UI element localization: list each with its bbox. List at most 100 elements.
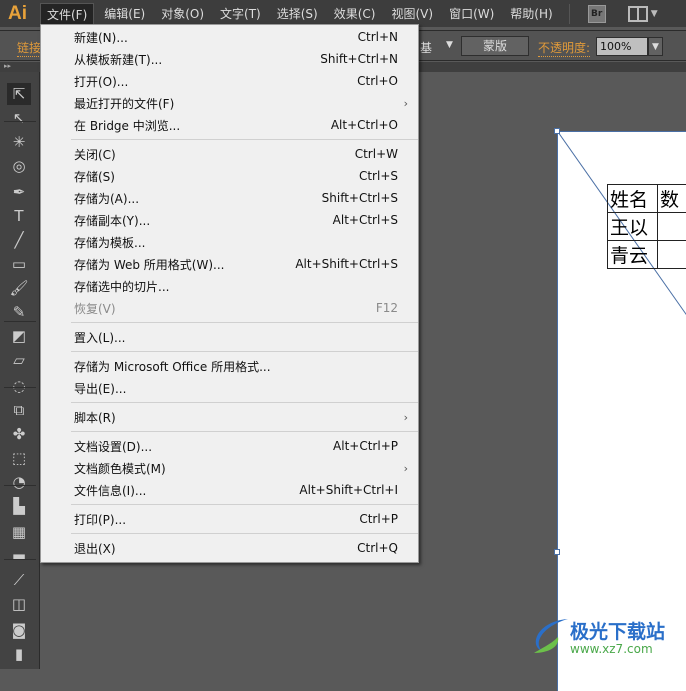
menu-item[interactable]: 置入(L)... <box>41 326 418 348</box>
menu-8[interactable]: 帮助(H) <box>504 3 558 25</box>
menu-item[interactable]: 文档设置(D)...Alt+Ctrl+P <box>41 435 418 457</box>
tool-divider <box>4 485 36 486</box>
tool-divider <box>4 121 36 122</box>
menu-item[interactable]: 新建(N)...Ctrl+N <box>41 26 418 48</box>
menu-item-shortcut: Alt+Ctrl+S <box>333 213 398 227</box>
opacity-label[interactable]: 不透明度: <box>538 39 590 57</box>
menu-item-label: 最近打开的文件(F) <box>74 95 398 112</box>
menu-item[interactable]: 打印(P)...Ctrl+P <box>41 508 418 530</box>
pencil-tool-icon[interactable]: ✎ <box>7 301 31 323</box>
menu-item-shortcut: Alt+Shift+Ctrl+I <box>299 483 398 497</box>
free-transform-tool-icon[interactable]: ⬚ <box>7 447 31 469</box>
menu-item[interactable]: 存储为(A)...Shift+Ctrl+S <box>41 187 418 209</box>
menu-2[interactable]: 对象(O) <box>155 3 210 25</box>
selection-handle[interactable] <box>554 128 560 134</box>
workspace-switcher-button[interactable] <box>628 6 648 22</box>
link-label[interactable]: 链接 <box>17 39 41 57</box>
blob-brush-tool-icon[interactable]: ◩ <box>7 325 31 347</box>
menu-item[interactable]: 从模板新建(T)...Shift+Ctrl+N <box>41 48 418 70</box>
menu-item[interactable]: 恢复(V)F12 <box>41 297 418 319</box>
menu-item-shortcut: Shift+Ctrl+N <box>320 52 398 66</box>
direct-selection-tool-icon[interactable]: ↖ <box>7 107 31 129</box>
menu-5[interactable]: 效果(C) <box>328 3 382 25</box>
chevron-right-icon: › <box>404 462 408 475</box>
shape-builder-tool-icon[interactable]: ◔ <box>7 471 31 493</box>
menu-item[interactable]: 最近打开的文件(F) › <box>41 92 418 114</box>
opacity-input[interactable]: 100% <box>596 37 648 56</box>
tool-divider <box>4 387 36 388</box>
magic-wand-tool-icon[interactable]: ✳ <box>7 131 31 153</box>
menu-item[interactable]: 存储选中的切片... <box>41 275 418 297</box>
menu-0[interactable]: 文件(F) <box>40 3 94 25</box>
menu-item[interactable]: 存储为模板... <box>41 231 418 253</box>
menu-item-shortcut: Ctrl+Q <box>357 541 398 555</box>
menu-item-shortcut: F12 <box>376 301 398 315</box>
menu-item[interactable]: 文件信息(I)...Alt+Shift+Ctrl+I <box>41 479 418 501</box>
menu-item-label: 新建(N)... <box>74 29 358 46</box>
graph-tool-icon[interactable]: ▙ <box>7 495 31 517</box>
type-tool-icon[interactable]: T <box>7 205 31 227</box>
selection-handle[interactable] <box>554 549 560 555</box>
table-row: 王以 <box>608 213 686 241</box>
app-logo: Ai <box>0 3 40 25</box>
menu-6[interactable]: 视图(V) <box>385 3 439 25</box>
rectangle-tool-icon[interactable]: ▭ <box>7 253 31 275</box>
menu-item[interactable]: 存储(S)Ctrl+S <box>41 165 418 187</box>
column-graph-tool-icon[interactable]: ▮ <box>7 643 31 665</box>
scale-tool-icon[interactable]: ⧉ <box>7 399 31 421</box>
menu-1[interactable]: 编辑(E) <box>98 3 151 25</box>
menu-item[interactable]: 导出(E)... <box>41 377 418 399</box>
menu-item[interactable]: 脚本(R)› <box>41 406 418 428</box>
menu-item-label: 存储为(A)... <box>74 190 322 207</box>
bridge-button[interactable]: Br <box>588 5 606 23</box>
rotate-tool-icon[interactable]: ◌ <box>7 375 31 397</box>
symbol-sprayer-tool-icon[interactable]: ◙ <box>7 619 31 641</box>
chevron-down-icon[interactable]: ▼ <box>446 40 453 50</box>
menu-item-shortcut: Ctrl+N <box>358 30 398 44</box>
menu-item[interactable]: 关闭(C)Ctrl+W <box>41 143 418 165</box>
watermark-logo-icon <box>528 615 572 655</box>
menu-item-label: 存储选中的切片... <box>74 278 398 295</box>
menu-item[interactable]: 退出(X)Ctrl+Q <box>41 537 418 559</box>
menu-4[interactable]: 选择(S) <box>271 3 324 25</box>
opacity-dropdown-button[interactable]: ▼ <box>648 37 663 56</box>
menu-7[interactable]: 窗口(W) <box>443 3 500 25</box>
menu-3[interactable]: 文字(T) <box>214 3 267 25</box>
warp-tool-icon[interactable]: ✤ <box>7 423 31 445</box>
menu-item-shortcut: Ctrl+S <box>359 169 398 183</box>
menu-item-label: 从模板新建(T)... <box>74 51 320 68</box>
menu-item-label: 文档颜色模式(M) <box>74 460 398 477</box>
table-row: 青云 <box>608 241 686 269</box>
gradient-tool-icon[interactable]: ▬ <box>7 545 31 567</box>
artboard[interactable]: 姓名数王以青云 <box>557 131 686 691</box>
menu-bar: Ai 文件(F)编辑(E)对象(O)文字(T)选择(S)效果(C)视图(V)窗口… <box>0 0 686 27</box>
table-cell: 姓名 <box>608 185 658 213</box>
menu-item-shortcut: Alt+Ctrl+O <box>331 118 398 132</box>
menu-item[interactable]: 文档颜色模式(M) › <box>41 457 418 479</box>
menu-item-label: 存储为模板... <box>74 234 398 251</box>
menu-item-label: 存储为 Microsoft Office 所用格式... <box>74 358 398 375</box>
mask-button[interactable]: 蒙版 <box>461 36 529 56</box>
menu-item-shortcut: Alt+Shift+Ctrl+S <box>295 257 398 271</box>
mesh-tool-icon[interactable]: ▦ <box>7 521 31 543</box>
menu-item[interactable]: 存储为 Web 所用格式(W)...Alt+Shift+Ctrl+S <box>41 253 418 275</box>
selection-tool-icon[interactable]: ⇱ <box>7 83 31 105</box>
menu-item[interactable]: 存储为 Microsoft Office 所用格式... <box>41 355 418 377</box>
chevron-right-icon: › <box>404 97 408 110</box>
lasso-tool-icon[interactable]: ◎ <box>7 155 31 177</box>
menu-item[interactable]: 打开(O)...Ctrl+O <box>41 70 418 92</box>
watermark-name: 极光下载站 <box>570 617 665 644</box>
paintbrush-tool-icon[interactable]: 🖌 <box>7 277 31 299</box>
line-tool-icon[interactable]: ╱ <box>7 229 31 251</box>
chevron-right-icon: › <box>404 411 408 424</box>
pen-tool-icon[interactable]: ✒ <box>7 181 31 203</box>
menu-item-shortcut: Shift+Ctrl+S <box>322 191 398 205</box>
eraser-tool-icon[interactable]: ▱ <box>7 349 31 371</box>
menu-item-shortcut: Ctrl+P <box>359 512 398 526</box>
menu-item-label: 恢复(V) <box>74 300 376 317</box>
menu-item[interactable]: 在 Bridge 中浏览...Alt+Ctrl+O <box>41 114 418 136</box>
menu-item[interactable]: 存储副本(Y)...Alt+Ctrl+S <box>41 209 418 231</box>
eyedropper-tool-icon[interactable]: ⟋ <box>7 569 31 591</box>
blend-tool-icon[interactable]: ◫ <box>7 593 31 615</box>
tools-panel: ⇱↖✳◎ ✒T╱▭🖌✎◩▱ ◌⧉✤⬚◔▙ ▦▬⟋◫ ◙▮ <box>0 72 40 669</box>
